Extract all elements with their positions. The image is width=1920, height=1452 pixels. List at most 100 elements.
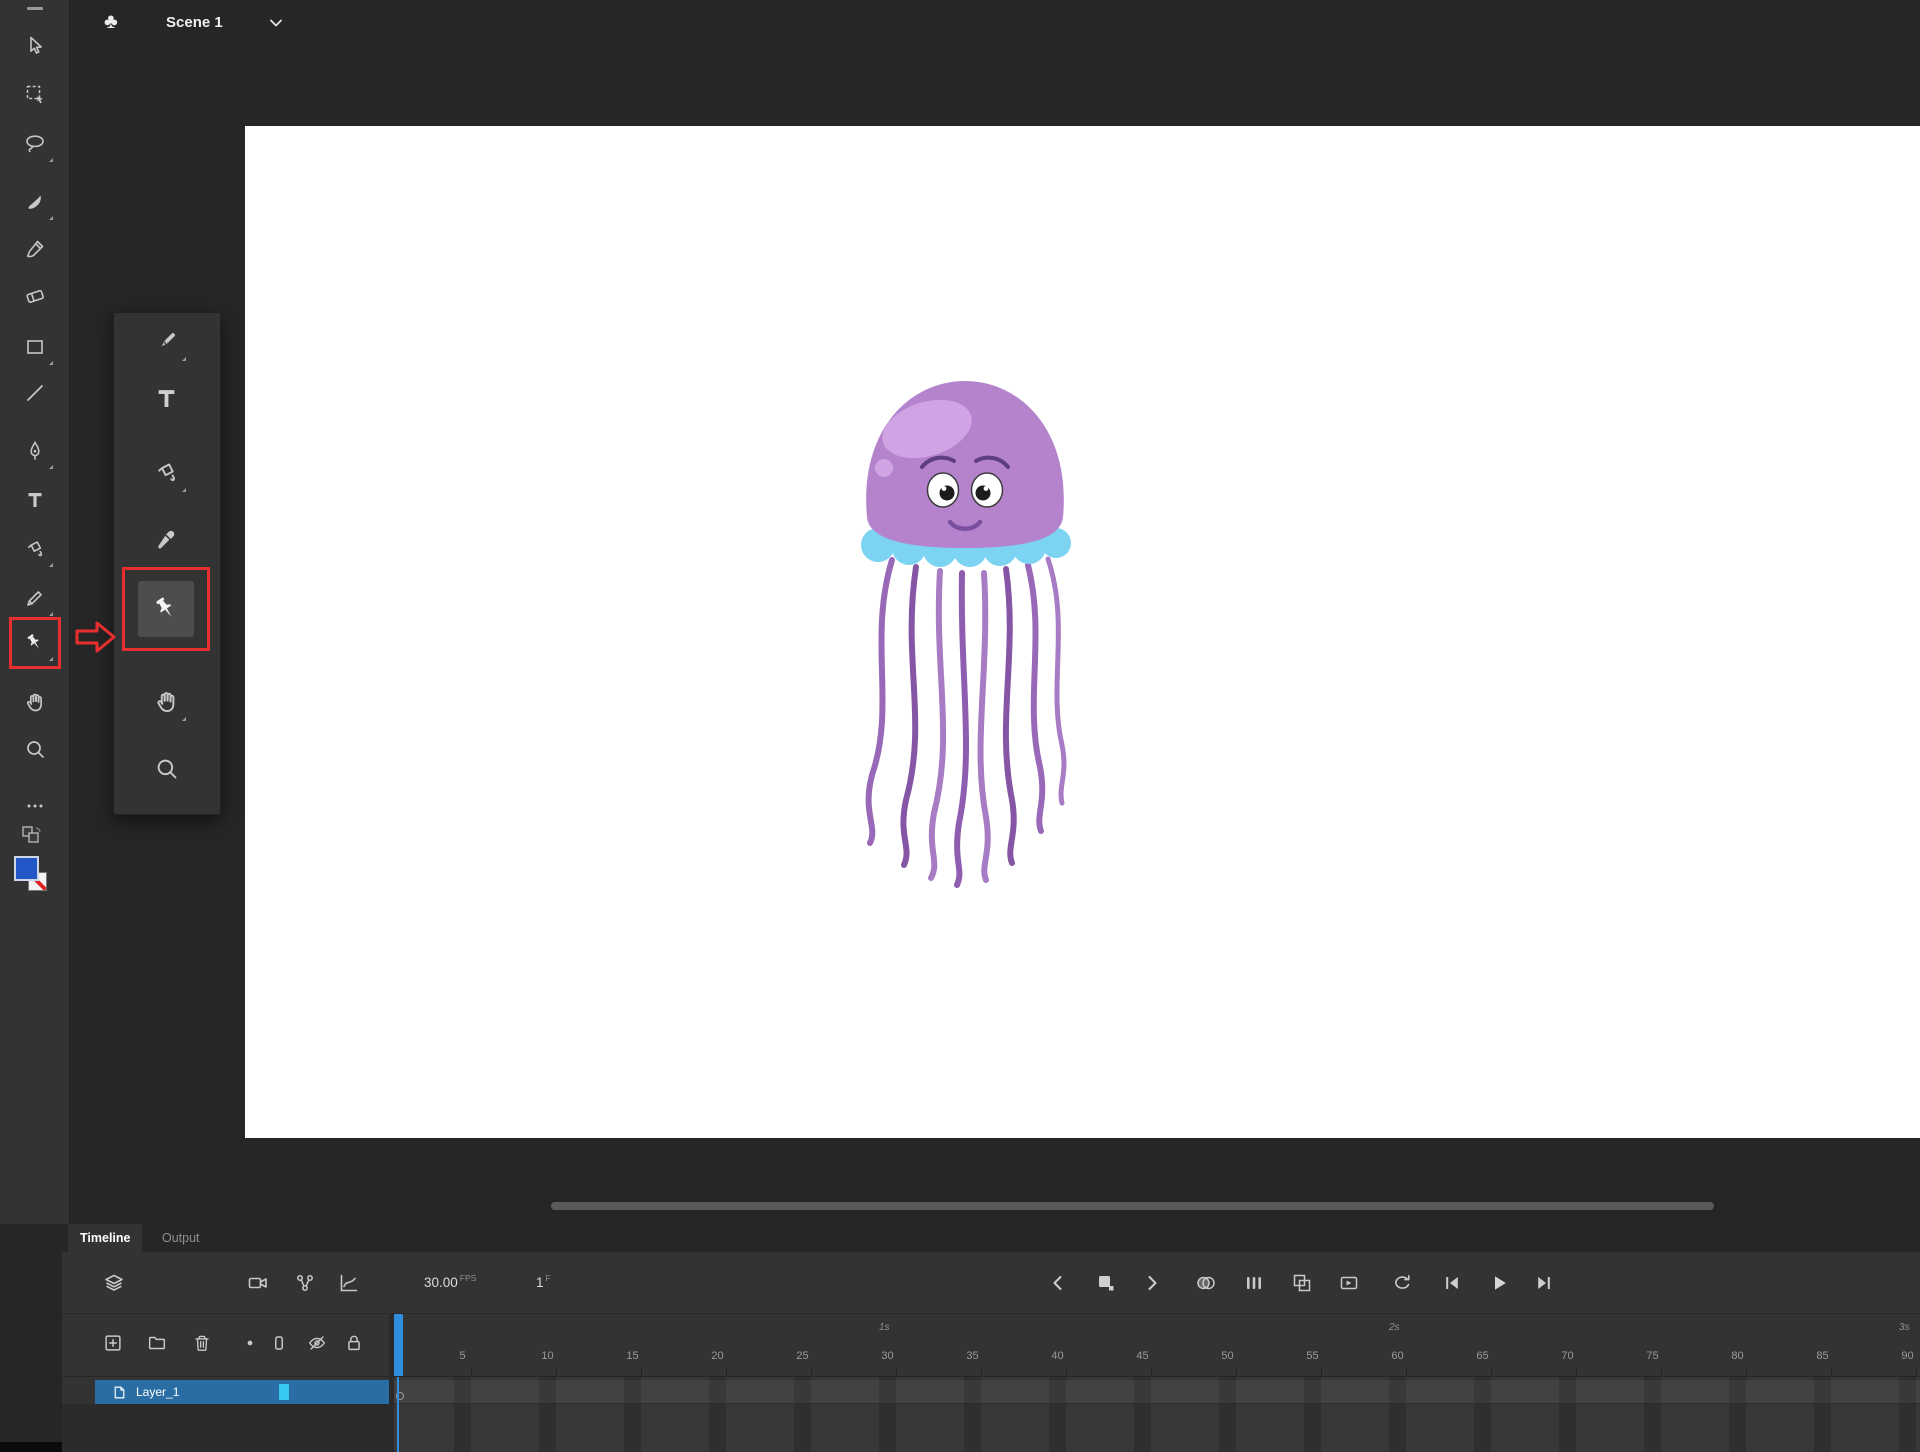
stage-canvas[interactable] <box>245 126 1920 1138</box>
flyout-zoom-tool[interactable] <box>142 744 190 792</box>
layer-depth-button[interactable] <box>337 1271 361 1295</box>
chevron-left-icon <box>1046 1271 1070 1295</box>
frame-number-50: 50 <box>1221 1350 1233 1362</box>
flyout-paint-bucket-tool[interactable] <box>142 448 190 496</box>
frame-number-25: 25 <box>796 1350 808 1362</box>
keyframe-icon <box>1094 1271 1118 1295</box>
ruler-tick <box>1576 1369 1577 1376</box>
layer-frames-strip[interactable] <box>394 1380 1920 1404</box>
scene-title: Scene 1 <box>166 0 223 46</box>
layer-color-indicator[interactable] <box>279 1384 289 1400</box>
lasso-tool[interactable] <box>13 122 57 166</box>
scene-dropdown-button[interactable] <box>266 13 286 33</box>
step-forward-icon <box>1532 1271 1556 1295</box>
swap-colors-button[interactable] <box>20 824 46 848</box>
play-icon <box>1487 1271 1511 1295</box>
layer-page-icon <box>111 1384 128 1401</box>
new-folder-button[interactable] <box>146 1332 168 1354</box>
ruler-tick <box>981 1369 982 1376</box>
layers-stack-icon <box>102 1271 126 1295</box>
eyedropper-icon <box>153 525 180 552</box>
zoom-tool[interactable] <box>13 727 57 771</box>
frame-number-60: 60 <box>1391 1350 1403 1362</box>
pen-tool[interactable] <box>13 429 57 473</box>
layer-parenting-button[interactable] <box>293 1271 317 1295</box>
next-keyframe-button[interactable] <box>1140 1271 1164 1295</box>
insert-keyframe-button[interactable] <box>1094 1271 1118 1295</box>
callout-arrow <box>70 616 120 658</box>
ruler-tick <box>1066 1369 1067 1376</box>
play-button[interactable] <box>1487 1271 1511 1295</box>
horizontal-scrollbar[interactable] <box>551 1202 1714 1210</box>
step-back-button[interactable] <box>1440 1271 1464 1295</box>
playhead-handle[interactable] <box>394 1314 403 1377</box>
flyout-eyedropper-tool[interactable] <box>142 514 190 562</box>
fluid-brush-tool[interactable] <box>13 180 57 224</box>
ruler-tick <box>1746 1369 1747 1376</box>
more-tools-button[interactable] <box>13 784 57 828</box>
new-layer-button[interactable] <box>102 1332 124 1354</box>
edit-multiple-frames-button[interactable] <box>1290 1271 1314 1295</box>
tab-timeline[interactable]: Timeline <box>68 1224 142 1252</box>
chevron-down-icon <box>266 13 286 33</box>
frame-number-85: 85 <box>1816 1350 1828 1362</box>
pencil-tool[interactable] <box>13 576 57 620</box>
camera-column-header[interactable] <box>268 1332 290 1354</box>
classic-brush-tool[interactable] <box>13 227 57 271</box>
tab-output[interactable]: Output <box>150 1224 212 1252</box>
selection-arrow-icon <box>23 34 47 58</box>
paint-bucket-tool[interactable] <box>13 527 57 571</box>
text-tool[interactable] <box>13 478 57 522</box>
free-transform-tool[interactable] <box>13 72 57 116</box>
selection-tool[interactable] <box>13 24 57 68</box>
pencil-icon <box>23 586 47 610</box>
ruler-tick <box>896 1369 897 1376</box>
delete-layer-button[interactable] <box>191 1332 213 1354</box>
add-camera-button[interactable] <box>246 1271 270 1295</box>
new-layer-icon <box>102 1332 124 1354</box>
hand-tool[interactable] <box>13 680 57 724</box>
ruler-tick <box>641 1369 642 1376</box>
highlight-box-toolbar-pin <box>9 617 61 669</box>
frame-number-70: 70 <box>1561 1350 1573 1362</box>
paint-bucket-icon <box>23 537 47 561</box>
frame-number-5: 5 <box>459 1350 465 1362</box>
rectangle-tool[interactable] <box>13 325 57 369</box>
playhead-line[interactable] <box>397 1377 399 1452</box>
magnifier-icon <box>23 737 47 761</box>
flyout-hand-tool[interactable] <box>142 677 190 725</box>
trash-icon <box>191 1332 213 1354</box>
eraser-tool[interactable] <box>13 274 57 318</box>
previous-keyframe-button[interactable] <box>1046 1271 1070 1295</box>
timeline-toolbar: 30.00FPS 1F <box>0 1252 1920 1314</box>
chevron-right-icon <box>1140 1271 1164 1295</box>
ellipsis-icon <box>23 794 47 818</box>
step-forward-button[interactable] <box>1532 1271 1556 1295</box>
camera-column-icon <box>268 1332 290 1354</box>
ruler-tick <box>726 1369 727 1376</box>
frame-rate-display[interactable]: 30.00FPS <box>424 1273 476 1292</box>
pasteboard <box>70 46 1920 1224</box>
frames-grid-area: 510152025303540455055606570758085901s2s3… <box>394 1314 1920 1452</box>
frame-ruler[interactable]: 510152025303540455055606570758085901s2s3… <box>394 1314 1920 1377</box>
flyout-text-tool[interactable] <box>142 374 190 422</box>
center-frame-button[interactable] <box>1337 1271 1361 1295</box>
line-tool[interactable] <box>13 371 57 415</box>
hide-column-header[interactable] <box>306 1332 328 1354</box>
panel-collapse-handle[interactable] <box>27 7 43 10</box>
ruler-tick <box>1916 1369 1917 1376</box>
layers-panel-button[interactable] <box>102 1271 126 1295</box>
outline-column-header[interactable] <box>239 1332 261 1354</box>
flyout-pen-tool[interactable] <box>142 317 190 365</box>
onion-skin-outlines-button[interactable] <box>1242 1271 1266 1295</box>
onion-skin-button[interactable] <box>1194 1271 1218 1295</box>
layer-name: Layer_1 <box>136 1385 179 1399</box>
loop-playback-button[interactable] <box>1390 1271 1414 1295</box>
fill-color-swatch[interactable] <box>14 856 39 881</box>
hand-icon <box>23 690 47 714</box>
lock-column-header[interactable] <box>343 1332 365 1354</box>
text-tool-icon <box>153 385 180 412</box>
timeline-tabbar: Timeline Output <box>0 1224 1920 1252</box>
layer-row[interactable]: Layer_1 <box>95 1380 389 1404</box>
classic-brush-icon <box>23 237 47 261</box>
